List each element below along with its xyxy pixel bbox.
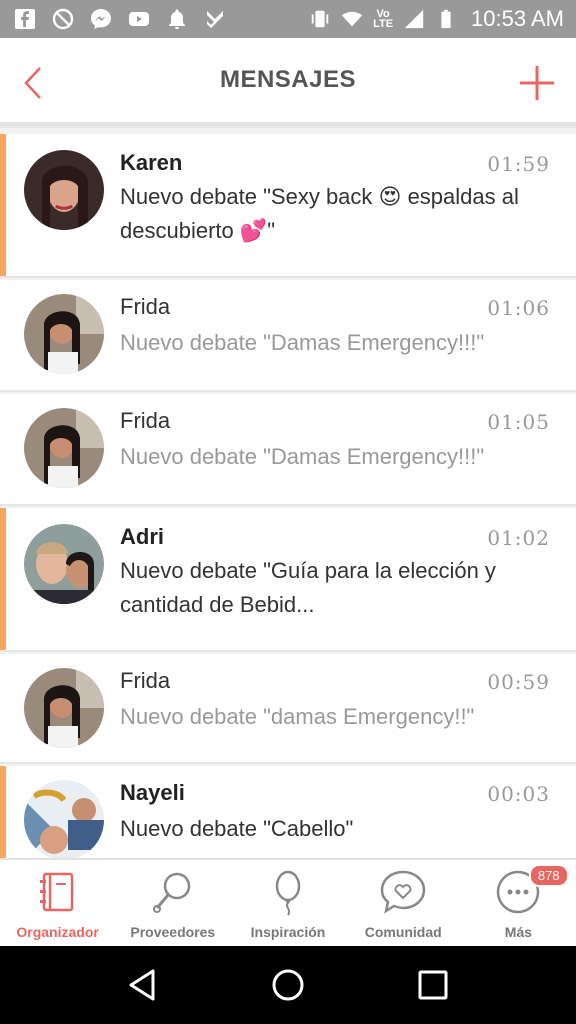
plus-icon bbox=[520, 66, 554, 100]
notification-icons bbox=[12, 6, 228, 32]
tab-proveedores[interactable]: Proveedores bbox=[115, 860, 230, 946]
tab-inspiracion[interactable]: Inspiración bbox=[230, 860, 345, 946]
system-icons: Vo LTE 10:53 AM bbox=[309, 6, 564, 32]
message-preview: Nuevo debate "Damas Emergency!!!" bbox=[120, 330, 485, 355]
signal-icon bbox=[404, 9, 424, 29]
avatar bbox=[24, 780, 104, 858]
facebook-icon bbox=[12, 6, 38, 32]
avatar bbox=[24, 294, 104, 374]
bell-icon bbox=[164, 6, 190, 32]
message-list[interactable]: Karen 01:59 Nuevo debate "Sexy back 😍 es… bbox=[0, 128, 576, 858]
message-row[interactable]: Frida 01:05 Nuevo debate "Damas Emergenc… bbox=[0, 394, 576, 506]
sender-name: Adri bbox=[120, 524, 164, 549]
chevron-left-icon bbox=[24, 67, 41, 99]
message-time: 01:05 bbox=[487, 410, 550, 434]
chat-heart-icon bbox=[380, 870, 426, 914]
avatar bbox=[24, 524, 104, 604]
sender-name: Karen bbox=[120, 150, 183, 175]
vibrate-icon bbox=[311, 10, 329, 28]
tab-label: Inspiración bbox=[250, 924, 326, 940]
system-nav-bar bbox=[0, 946, 576, 1024]
clock: 10:53 AM bbox=[471, 6, 564, 31]
sender-name: Frida bbox=[120, 408, 171, 433]
wifi-icon bbox=[341, 11, 363, 27]
message-row[interactable]: Karen 01:59 Nuevo debate "Sexy back 😍 es… bbox=[0, 134, 576, 278]
tab-label: Más bbox=[504, 924, 533, 940]
nav-back-button[interactable] bbox=[118, 960, 168, 1010]
status-bar: Vo LTE 10:53 AM bbox=[0, 0, 576, 38]
avatar bbox=[24, 668, 104, 748]
back-button[interactable] bbox=[18, 64, 48, 102]
youtube-icon bbox=[126, 6, 152, 32]
message-row[interactable]: Nayeli 00:03 Nuevo debate "Cabello" bbox=[0, 766, 576, 858]
avatar bbox=[24, 408, 104, 488]
back-triangle-icon bbox=[129, 969, 155, 1001]
message-preview: Nuevo debate "Guía para la elección y ca… bbox=[120, 558, 496, 617]
message-time: 01:02 bbox=[487, 526, 550, 550]
message-row[interactable]: Adri 01:02 Nuevo debate "Guía para la el… bbox=[0, 508, 576, 652]
tab-label: Proveedores bbox=[130, 924, 216, 940]
messenger-icon bbox=[88, 6, 114, 32]
tab-mas[interactable]: Más 878 bbox=[461, 860, 576, 946]
message-row[interactable]: Frida 01:06 Nuevo debate "Damas Emergenc… bbox=[0, 280, 576, 392]
message-time: 01:06 bbox=[487, 296, 550, 320]
check-icon bbox=[202, 6, 228, 32]
message-time: 00:03 bbox=[487, 782, 550, 806]
add-message-button[interactable] bbox=[518, 64, 556, 102]
bottom-tab-bar: Organizador Proveedores Inspiración Comu… bbox=[0, 858, 576, 946]
page-title: MENSAJES bbox=[219, 66, 357, 93]
message-row[interactable]: Frida 00:59 Nuevo debate "damas Emergenc… bbox=[0, 654, 576, 764]
magnifier-icon bbox=[152, 872, 191, 913]
tab-label: Organizador bbox=[16, 924, 99, 940]
message-time: 01:59 bbox=[487, 152, 550, 176]
notification-badge: 878 bbox=[528, 864, 569, 887]
volte-icon: Vo LTE bbox=[373, 8, 394, 30]
recents-square-icon bbox=[418, 970, 448, 1000]
app-header: MENSAJES bbox=[0, 38, 576, 128]
avatar bbox=[24, 150, 104, 230]
message-preview: Nuevo debate "Sexy back 😍 espaldas al de… bbox=[120, 184, 519, 243]
nav-home-button[interactable] bbox=[263, 960, 313, 1010]
message-preview: Nuevo debate "damas Emergency!!" bbox=[120, 704, 475, 729]
battery-icon bbox=[441, 9, 451, 29]
notebook-icon bbox=[39, 872, 73, 912]
home-circle-icon bbox=[272, 969, 304, 1001]
sender-name: Nayeli bbox=[120, 780, 185, 805]
message-preview: Nuevo debate "Cabello" bbox=[120, 816, 354, 841]
nav-recents-button[interactable] bbox=[408, 960, 458, 1010]
tab-organizador[interactable]: Organizador bbox=[0, 860, 115, 946]
sender-name: Frida bbox=[120, 668, 171, 693]
balloon-icon bbox=[275, 870, 301, 916]
message-time: 00:59 bbox=[487, 670, 550, 694]
blocked-icon bbox=[50, 6, 76, 32]
sender-name: Frida bbox=[120, 294, 171, 319]
tab-comunidad[interactable]: Comunidad bbox=[346, 860, 461, 946]
message-preview: Nuevo debate "Damas Emergency!!!" bbox=[120, 444, 485, 469]
tab-label: Comunidad bbox=[364, 924, 442, 940]
